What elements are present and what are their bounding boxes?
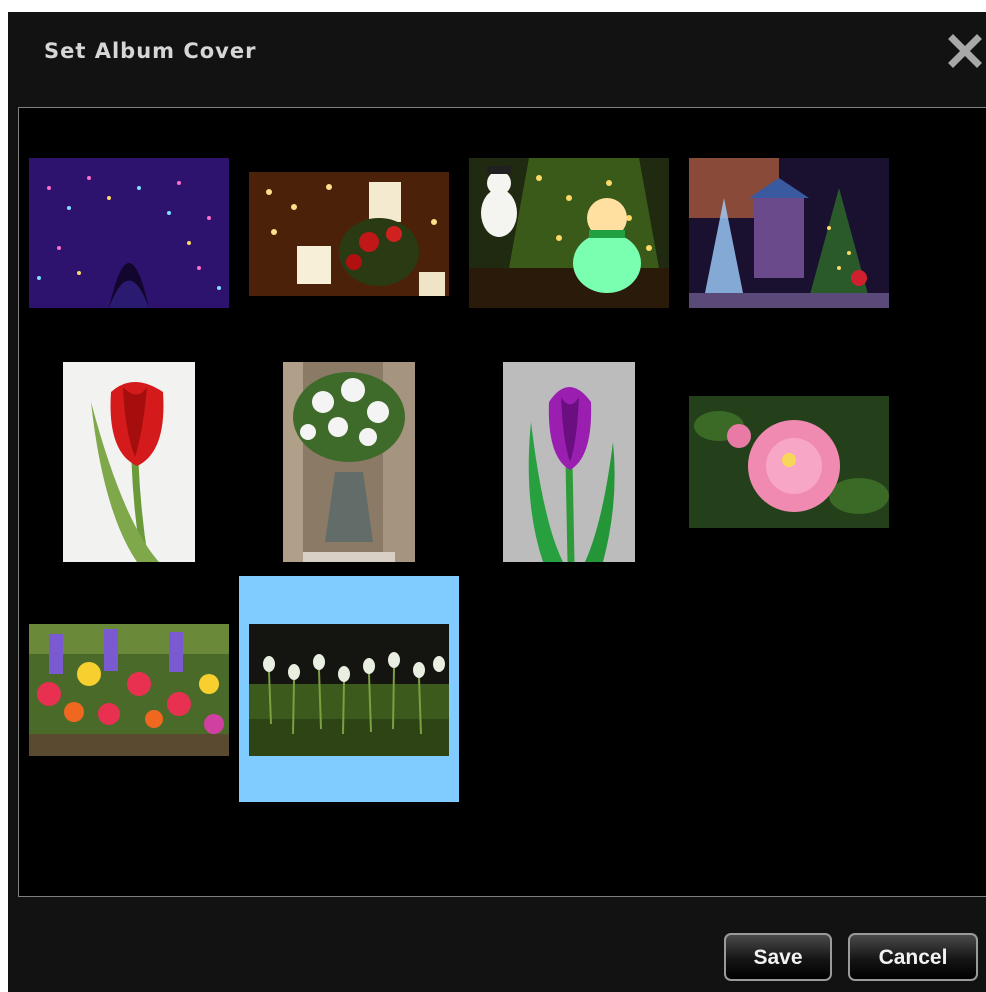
photo-purple-tulip [503, 362, 635, 562]
photo-illumination-tunnel [29, 158, 229, 308]
dialog-footer: Save Cancel [8, 898, 986, 992]
photo-white-bouquet [283, 362, 415, 562]
photo-thumbnail[interactable] [19, 576, 239, 802]
photo-christmas-house [689, 158, 889, 308]
photo-snowman-lights [469, 158, 669, 308]
photo-red-tulip [63, 362, 195, 562]
photo-primroses [29, 624, 229, 756]
photo-thumbnail[interactable] [19, 132, 239, 358]
dialog-titlebar: Set Album Cover [8, 12, 986, 94]
photo-pink-camellia [689, 396, 889, 528]
photo-thumbnail[interactable] [459, 132, 679, 358]
close-icon[interactable] [946, 32, 984, 70]
photo-gallery [18, 107, 986, 897]
cancel-button[interactable]: Cancel [848, 933, 978, 981]
photo-thumbnail[interactable] [679, 362, 899, 588]
photo-thumbnail[interactable] [459, 362, 679, 588]
photo-thumbnail[interactable] [679, 132, 899, 358]
photo-thumbnail-selected[interactable] [239, 576, 459, 802]
photo-thumbnail[interactable] [239, 362, 459, 588]
photo-thumbnail[interactable] [19, 362, 239, 588]
photo-thumbnail[interactable] [239, 132, 459, 358]
dialog-title: Set Album Cover [44, 39, 257, 63]
photo-christmas-candles [249, 172, 449, 296]
photo-snowdrops [249, 624, 449, 756]
save-button[interactable]: Save [724, 933, 832, 981]
set-album-cover-dialog: Set Album Cover Save Cancel [8, 12, 986, 992]
